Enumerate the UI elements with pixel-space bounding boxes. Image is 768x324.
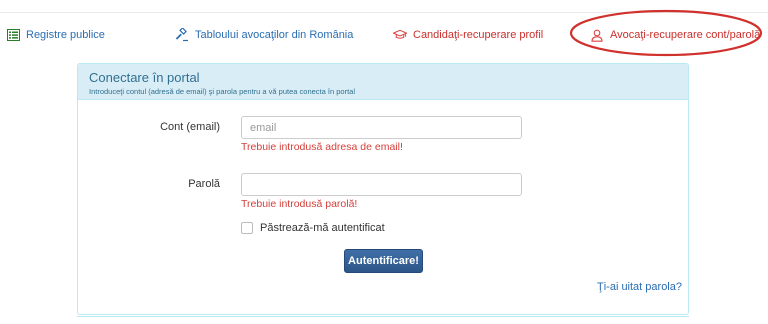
panel-title: Conectare în portal: [89, 70, 200, 85]
bottom-divider: [77, 316, 689, 317]
email-field[interactable]: [241, 116, 522, 139]
login-button[interactable]: Autentificare!: [344, 249, 423, 273]
nav-candidati-recuperare[interactable]: Candidaţi-recuperare profil: [393, 27, 543, 43]
panel-header: Conectare în portal Introduceţi contul (…: [78, 64, 688, 100]
password-field[interactable]: [241, 173, 522, 196]
graduation-cap-icon: [393, 28, 407, 42]
remember-me-checkbox[interactable]: [241, 222, 253, 234]
nav-tabloul-avocatilor[interactable]: Tabloului avocaţilor din România: [175, 27, 353, 43]
login-panel: Conectare în portal Introduceţi contul (…: [77, 63, 689, 315]
nav-registre-publice[interactable]: Registre publice: [6, 27, 105, 43]
panel-subtitle: Introduceţi contul (adresă de email) şi …: [89, 87, 355, 96]
password-label: Parolă: [188, 178, 220, 190]
remember-me-label: Păstrează-mă autentificat: [260, 222, 385, 234]
email-error-message: Trebuie introdusă adresa de email!: [241, 141, 403, 153]
remember-me[interactable]: Păstrează-mă autentificat: [241, 222, 385, 234]
forgot-password-link[interactable]: Ţi-ai uitat parola?: [597, 281, 682, 293]
email-label: Cont (email): [160, 121, 220, 133]
nav-tabloul-label: Tabloului avocaţilor din România: [195, 29, 354, 41]
highlight-ellipse-annotation: [569, 9, 763, 57]
nav-candidati-label: Candidaţi-recuperare profil: [413, 29, 544, 41]
nav-registre-label: Registre publice: [26, 29, 105, 41]
list-icon: [6, 28, 20, 42]
gavel-icon: [175, 28, 189, 42]
password-error-message: Trebuie introdusă parolă!: [241, 198, 358, 210]
